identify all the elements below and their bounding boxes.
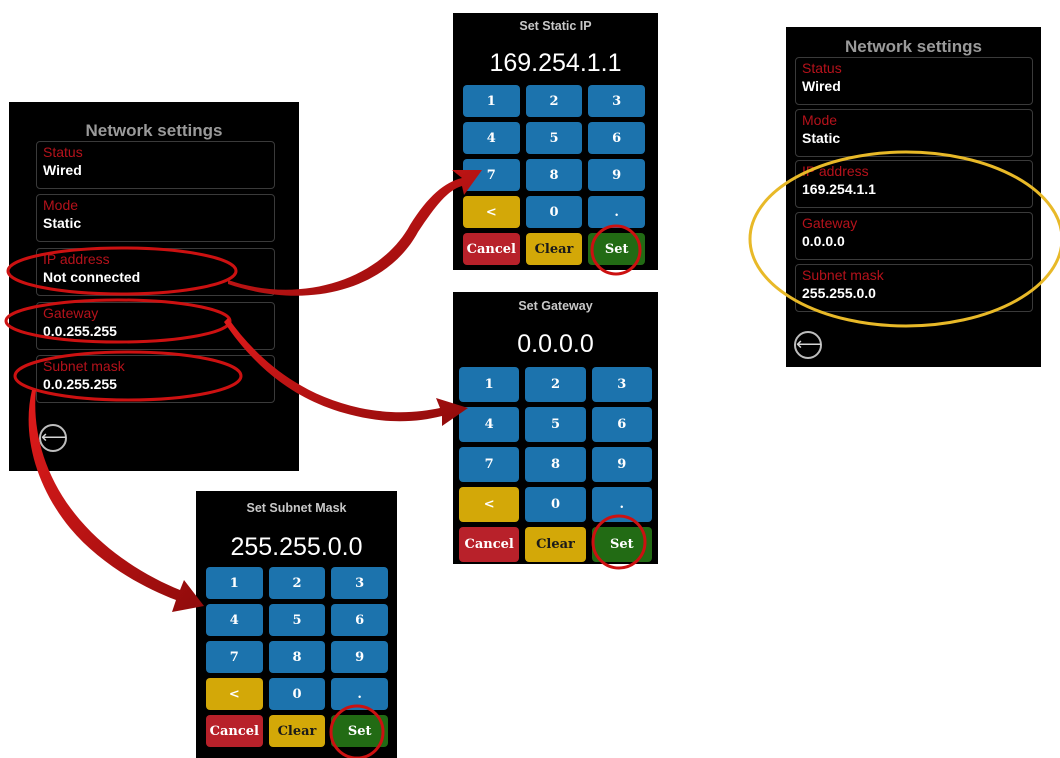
keypad-keys: 1 2 3 4 5 6 7 8 9 < 0 . Cancel Clear Set xyxy=(206,567,388,747)
mode-value: Static xyxy=(802,130,841,146)
backspace-key[interactable]: < xyxy=(459,487,520,522)
key-7[interactable]: 7 xyxy=(459,447,520,482)
subnet-mask-field[interactable]: Subnet mask 255.255.0.0 xyxy=(795,264,1033,312)
key-9[interactable]: 9 xyxy=(588,159,645,191)
key-1[interactable]: 1 xyxy=(459,367,520,402)
ip-address-value: Not connected xyxy=(43,269,141,285)
keypad-title: Set Subnet Mask xyxy=(246,501,347,515)
key-6[interactable]: 6 xyxy=(591,407,652,442)
set-button[interactable]: Set xyxy=(331,715,388,747)
key-2[interactable]: 2 xyxy=(525,85,583,117)
gateway-value: 0.0.255.255 xyxy=(43,323,117,339)
key-3[interactable]: 3 xyxy=(331,567,388,599)
cancel-button[interactable]: Cancel xyxy=(459,527,520,562)
key-1[interactable]: 1 xyxy=(206,567,263,599)
key-dot[interactable]: . xyxy=(591,487,652,522)
key-9[interactable]: 9 xyxy=(591,447,652,482)
key-8[interactable]: 8 xyxy=(525,447,586,482)
set-button[interactable]: Set xyxy=(591,527,652,562)
clear-button[interactable]: Clear xyxy=(525,233,583,265)
clear-button[interactable]: Clear xyxy=(525,527,586,562)
ip-address-value: 169.254.1.1 xyxy=(802,181,876,197)
status-label: Status xyxy=(43,144,83,160)
gateway-field[interactable]: Gateway 0.0.0.0 xyxy=(795,212,1033,260)
gateway-value: 0.0.0.0 xyxy=(802,233,845,249)
keypad-title: Set Static IP xyxy=(519,19,592,33)
gateway-keypad: Set Gateway 0.0.0.0 1 2 3 4 5 6 7 8 9 < … xyxy=(453,292,658,564)
key-dot[interactable]: . xyxy=(331,678,388,710)
key-3[interactable]: 3 xyxy=(591,367,652,402)
subnet-mask-field[interactable]: Subnet mask 0.0.255.255 xyxy=(36,355,275,403)
keypad-display: 0.0.0.0 xyxy=(517,330,594,358)
key-4[interactable]: 4 xyxy=(459,407,520,442)
cancel-button[interactable]: Cancel xyxy=(206,715,263,747)
status-value: Wired xyxy=(802,78,841,94)
key-5[interactable]: 5 xyxy=(525,122,583,154)
key-6[interactable]: 6 xyxy=(331,604,388,636)
subnet-mask-label: Subnet mask xyxy=(43,358,125,374)
ip-address-label: IP address xyxy=(43,251,110,267)
ip-address-label: IP address xyxy=(802,163,869,179)
mode-field[interactable]: Mode Static xyxy=(36,194,275,242)
key-0[interactable]: 0 xyxy=(525,487,586,522)
keypad-keys: 1 2 3 4 5 6 7 8 9 < 0 . Cancel Clear Set xyxy=(463,85,645,265)
status-label: Status xyxy=(802,60,842,76)
mode-field[interactable]: Mode Static xyxy=(795,109,1033,157)
network-settings-after-panel: Network settings Status Wired Mode Stati… xyxy=(786,27,1041,367)
key-3[interactable]: 3 xyxy=(588,85,645,117)
backspace-key[interactable]: < xyxy=(463,196,520,228)
keypad-keys: 1 2 3 4 5 6 7 8 9 < 0 . Cancel Clear Set xyxy=(459,367,652,562)
key-2[interactable]: 2 xyxy=(268,567,326,599)
key-4[interactable]: 4 xyxy=(206,604,263,636)
set-button[interactable]: Set xyxy=(588,233,645,265)
ip-address-field[interactable]: IP address Not connected xyxy=(36,248,275,296)
keypad-title: Set Gateway xyxy=(518,299,593,313)
status-field: Status Wired xyxy=(36,141,275,189)
subnet-mask-keypad: Set Subnet Mask 255.255.0.0 1 2 3 4 5 6 … xyxy=(196,491,397,758)
mode-value: Static xyxy=(43,215,82,231)
subnet-mask-value: 255.255.0.0 xyxy=(802,285,876,301)
clear-button[interactable]: Clear xyxy=(268,715,326,747)
keypad-display: 255.255.0.0 xyxy=(230,533,363,561)
key-dot[interactable]: . xyxy=(588,196,645,228)
backspace-key[interactable]: < xyxy=(206,678,263,710)
network-settings-title: Network settings xyxy=(85,121,223,140)
mode-label: Mode xyxy=(802,112,838,128)
key-1[interactable]: 1 xyxy=(463,85,520,117)
cancel-button[interactable]: Cancel xyxy=(463,233,520,265)
ip-address-field[interactable]: IP address 169.254.1.1 xyxy=(795,160,1033,208)
mode-label: Mode xyxy=(43,197,79,213)
key-0[interactable]: 0 xyxy=(268,678,326,710)
keypad-display: 169.254.1.1 xyxy=(489,49,622,77)
gateway-field[interactable]: Gateway 0.0.255.255 xyxy=(36,302,275,350)
key-5[interactable]: 5 xyxy=(525,407,586,442)
gateway-label: Gateway xyxy=(43,305,99,321)
gateway-label: Gateway xyxy=(802,215,858,231)
key-5[interactable]: 5 xyxy=(268,604,326,636)
subnet-mask-label: Subnet mask xyxy=(802,267,884,283)
back-arrow-icon[interactable]: ⟵ xyxy=(39,424,67,452)
key-2[interactable]: 2 xyxy=(525,367,586,402)
network-settings-before-panel: Network settings Status Wired Mode Stati… xyxy=(9,102,299,471)
key-7[interactable]: 7 xyxy=(206,641,263,673)
key-8[interactable]: 8 xyxy=(268,641,326,673)
status-field: Status Wired xyxy=(795,57,1033,105)
network-settings-title: Network settings xyxy=(845,37,982,56)
key-6[interactable]: 6 xyxy=(588,122,645,154)
key-4[interactable]: 4 xyxy=(463,122,520,154)
subnet-mask-value: 0.0.255.255 xyxy=(43,376,117,392)
key-9[interactable]: 9 xyxy=(331,641,388,673)
back-arrow-icon[interactable]: ⟵ xyxy=(794,331,822,359)
key-8[interactable]: 8 xyxy=(525,159,583,191)
key-7[interactable]: 7 xyxy=(463,159,520,191)
status-value: Wired xyxy=(43,162,82,178)
static-ip-keypad: Set Static IP 169.254.1.1 1 2 3 4 5 6 7 … xyxy=(453,13,658,270)
key-0[interactable]: 0 xyxy=(525,196,583,228)
